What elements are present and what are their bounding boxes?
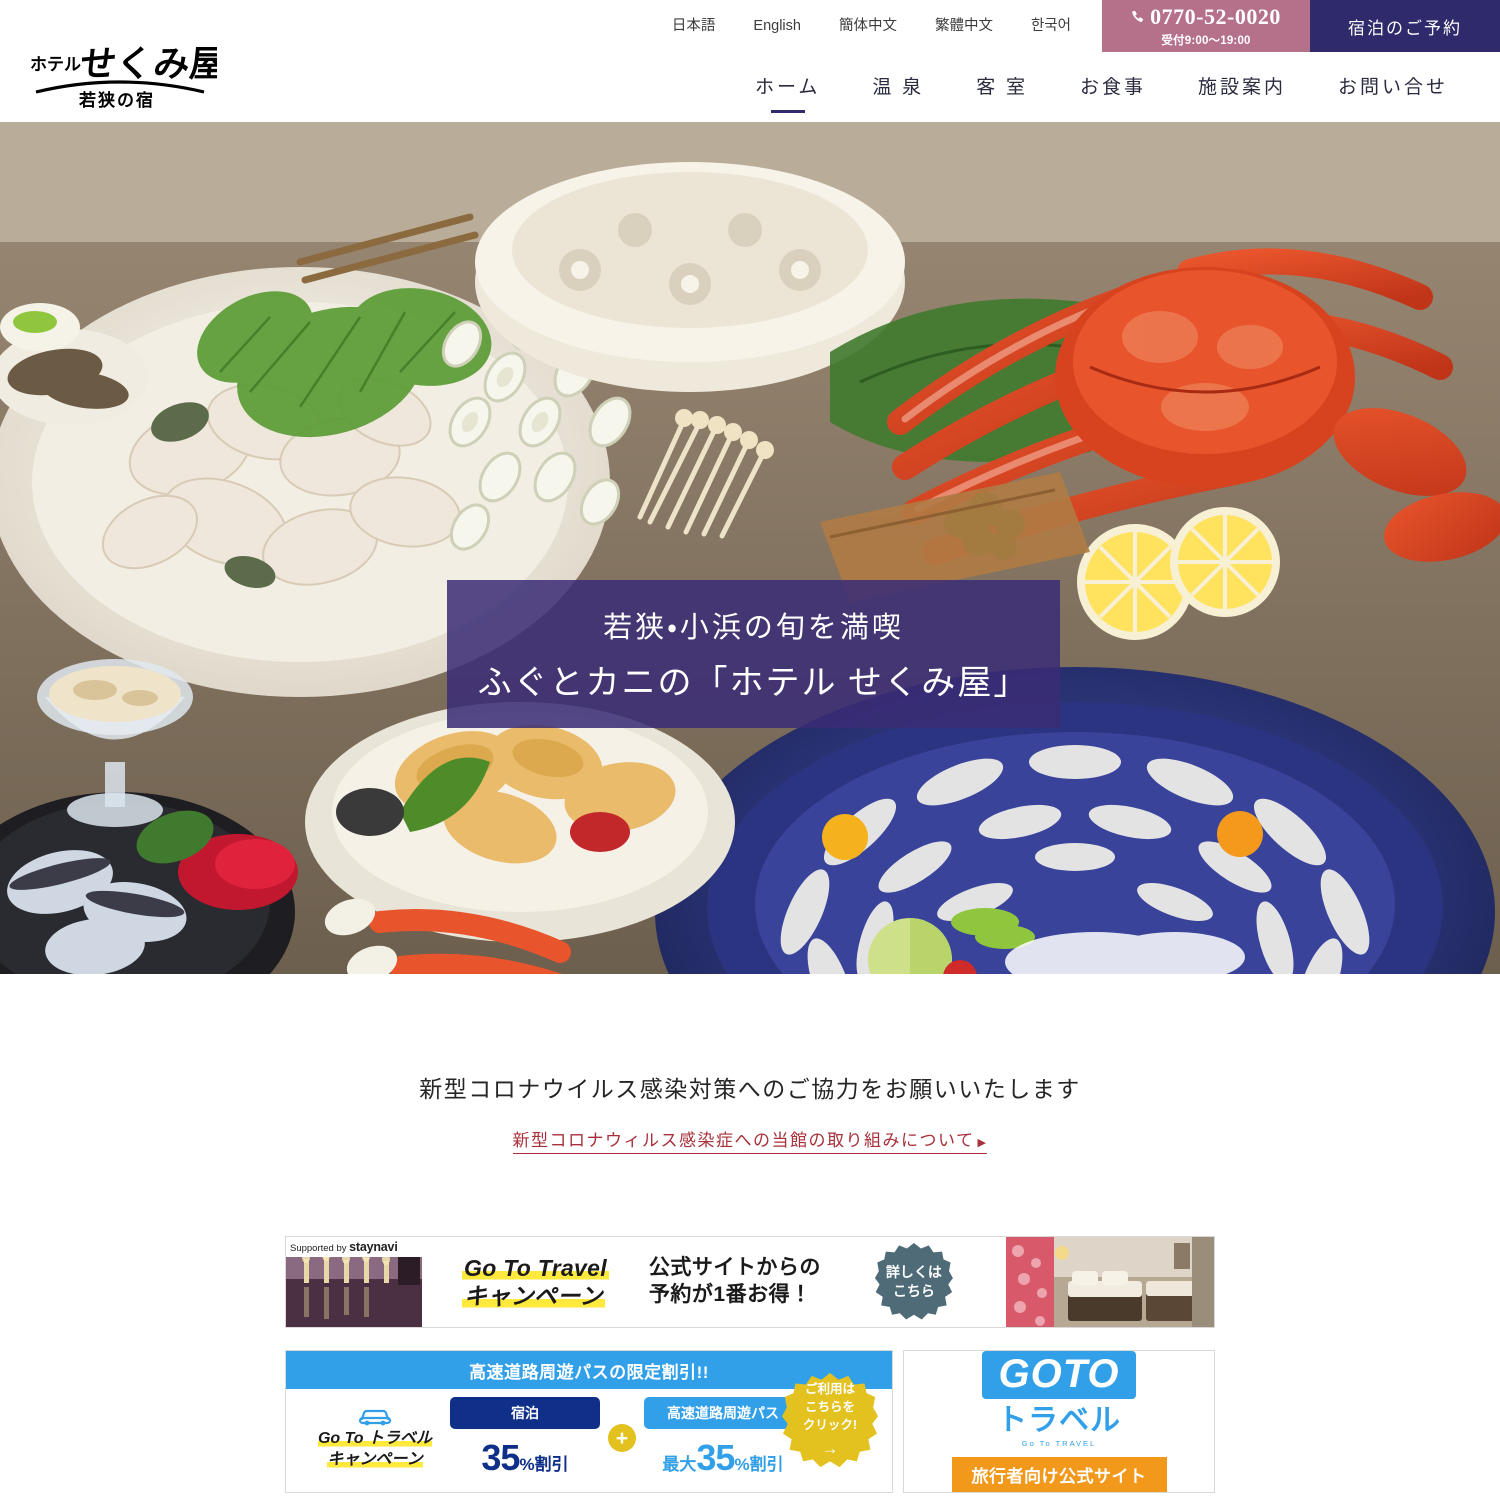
svg-text:ホテル: ホテル bbox=[30, 55, 81, 74]
main-navigation: ホーム 温 泉 客 室 お食事 施設案内 お問い合せ bbox=[729, 58, 1474, 115]
nav-item-dining[interactable]: お食事 bbox=[1054, 58, 1172, 115]
covid-link-text: 新型コロナウィルス感染症への当館の取り組みについて bbox=[512, 1131, 975, 1150]
highway-badge-line1: ご利用は bbox=[804, 1381, 855, 1396]
stay-discount-block: 宿泊 35%割引 bbox=[450, 1397, 600, 1479]
highway-badge-line3: クリック! bbox=[802, 1418, 858, 1433]
staynavi-credit: Supported by staynavi bbox=[286, 1237, 422, 1257]
top-utility-bar: 日本語 English 簡体中文 繁體中文 한국어 0770-52-0020 受… bbox=[653, 0, 1500, 52]
phone-number: 0770-52-0020 bbox=[1150, 4, 1281, 29]
highway-banner-heading: 高速道路周遊パスの限定割引!! bbox=[286, 1351, 892, 1389]
goto-logo-kana: トラベル bbox=[997, 1404, 1121, 1437]
hero-section: 若狭・小浜の旬を満喫 ふぐとカニの「ホテル せくみ屋」 空室・宿泊プラン検索 チ… bbox=[0, 122, 1500, 974]
svg-text:若狭の宿: 若狭の宿 bbox=[78, 90, 155, 108]
phone-hours: 受付9:00〜19:00 bbox=[1161, 35, 1251, 47]
covid-heading: 新型コロナウイルス感染対策へのご協力をお願いいたします bbox=[419, 1077, 1081, 1102]
reserve-button[interactable]: 宿泊のご予約 bbox=[1310, 0, 1500, 52]
stay-pill-label: 宿泊 bbox=[450, 1397, 600, 1429]
guest-room-image bbox=[1006, 1237, 1214, 1327]
goto-travel-banner[interactable]: Supported by staynavi Go To Travel キャンペー… bbox=[285, 1236, 1215, 1328]
car-icon bbox=[358, 1409, 392, 1426]
logo-mark: ホテル せくみ屋 若狭の宿 bbox=[30, 44, 217, 108]
stay-discount-unit: %割引 bbox=[519, 1455, 569, 1474]
site-header: ホテル せくみ屋 若狭の宿 日本語 English 簡体中文 繁體中文 한국어 … bbox=[0, 0, 1500, 122]
highway-goto-text: Go To トラベル キャンペーン bbox=[300, 1429, 450, 1471]
promo-banners: Supported by staynavi Go To Travel キャンペー… bbox=[285, 1236, 1215, 1493]
arrow-right-icon: → bbox=[821, 1439, 839, 1459]
phone-icon bbox=[1132, 10, 1144, 22]
goto-logo-text: GOTO bbox=[982, 1351, 1136, 1399]
lang-simplified-chinese[interactable]: 簡体中文 bbox=[820, 0, 916, 52]
lang-english[interactable]: English bbox=[734, 0, 820, 52]
lower-banner-row: 高速道路周遊パスの限定割引!! Go To トラベル キャンペーン 宿泊 35%… bbox=[285, 1350, 1215, 1493]
goto-campaign-title: Go To Travel キャンペーン bbox=[462, 1254, 609, 1310]
goto-official-banner[interactable]: GOTO トラベル Go To TRAVEL 旅行者向け公式サイト bbox=[903, 1350, 1215, 1493]
phone-block[interactable]: 0770-52-0020 受付9:00〜19:00 bbox=[1102, 0, 1310, 52]
goto-official-cta: 旅行者向け公式サイト bbox=[951, 1457, 1167, 1492]
lang-traditional-chinese[interactable]: 繁體中文 bbox=[916, 0, 1012, 52]
hero-title: ふぐとカニの「ホテル せくみ屋」 bbox=[477, 665, 1030, 702]
lang-japanese[interactable]: 日本語 bbox=[653, 0, 735, 52]
pass-pill-label: 高速道路周遊パス bbox=[644, 1397, 802, 1429]
pass-discount-prefix: 最大 bbox=[662, 1455, 697, 1474]
triangle-right-icon: ▶ bbox=[977, 1137, 988, 1149]
goto-banner-copy: Go To Travel キャンペーン 公式サイトからの 予約が1番お得！ 詳し… bbox=[422, 1237, 1006, 1327]
pass-discount-unit: %割引 bbox=[734, 1455, 784, 1474]
goto-copy-line2: 予約が1番お得！ bbox=[648, 1283, 812, 1306]
highway-banner-body: Go To トラベル キャンペーン 宿泊 35%割引 + 高速道路周遊パス 最大… bbox=[286, 1373, 892, 1487]
nav-item-facilities[interactable]: 施設案内 bbox=[1172, 58, 1312, 115]
highway-goto-line2: キャンペーン bbox=[327, 1450, 423, 1468]
highway-pass-banner[interactable]: 高速道路周遊パスの限定割引!! Go To トラベル キャンペーン 宿泊 35%… bbox=[285, 1350, 893, 1493]
goto-badge-line1: 詳しくは bbox=[885, 1264, 942, 1281]
pass-discount-number: 35 bbox=[696, 1437, 735, 1478]
plus-icon: + bbox=[608, 1424, 636, 1452]
covid-policy-link[interactable]: 新型コロナウィルス感染症への当館の取り組みについて ▶ bbox=[512, 1126, 988, 1154]
goto-title-line2: キャンペーン bbox=[462, 1283, 605, 1309]
onsen-photo: Supported by staynavi bbox=[286, 1237, 422, 1327]
goto-copy-line1: 公式サイトからの bbox=[648, 1256, 821, 1280]
supported-by-text: Supported by bbox=[290, 1243, 347, 1254]
site-logo[interactable]: ホテル せくみ屋 若狭の宿 bbox=[22, 28, 217, 108]
stay-discount-number: 35 bbox=[481, 1437, 520, 1478]
nav-item-onsen[interactable]: 温 泉 bbox=[846, 58, 950, 115]
highway-badge-line2: こちらを bbox=[804, 1400, 855, 1415]
staynavi-brand: staynavi bbox=[349, 1240, 398, 1254]
nav-item-contact[interactable]: お問い合せ bbox=[1312, 58, 1474, 115]
nav-item-rooms[interactable]: 客 室 bbox=[950, 58, 1054, 115]
hero-food-photo bbox=[0, 122, 1500, 974]
nav-item-home[interactable]: ホーム bbox=[729, 58, 846, 115]
phone-number-row: 0770-52-0020 bbox=[1131, 6, 1281, 28]
highway-goto-label: Go To トラベル キャンペーン bbox=[300, 1406, 450, 1471]
lang-korean[interactable]: 한국어 bbox=[1012, 0, 1090, 52]
guest-room-photo bbox=[1006, 1237, 1214, 1327]
goto-title-line1: Go To Travel bbox=[462, 1254, 609, 1281]
goto-copy: 公式サイトからの 予約が1番お得！ bbox=[649, 1255, 821, 1309]
goto-badge-line2: こちら bbox=[892, 1283, 935, 1299]
goto-details-badge[interactable]: 詳しくは こちら bbox=[874, 1243, 953, 1320]
goto-logo-roman: Go To TRAVEL bbox=[1021, 1439, 1097, 1448]
covid-notice-section: 新型コロナウイルス感染対策へのご協力をお願いいたします 新型コロナウィルス感染症… bbox=[0, 1070, 1500, 1154]
pass-discount-value: 最大35%割引 bbox=[662, 1437, 784, 1478]
highway-goto-line1: Go To トラベル bbox=[317, 1429, 433, 1447]
language-switcher: 日本語 English 簡体中文 繁體中文 한국어 bbox=[653, 0, 1102, 52]
hero-subtitle: 若狭・小浜の旬を満喫 bbox=[603, 612, 904, 644]
hero-banner: 若狭・小浜の旬を満喫 ふぐとカニの「ホテル せくみ屋」 bbox=[447, 580, 1060, 728]
pass-discount-block: 高速道路周遊パス 最大35%割引 bbox=[644, 1397, 802, 1479]
svg-text:せくみ屋: せくみ屋 bbox=[78, 44, 217, 84]
stay-discount-value: 35%割引 bbox=[481, 1437, 569, 1478]
